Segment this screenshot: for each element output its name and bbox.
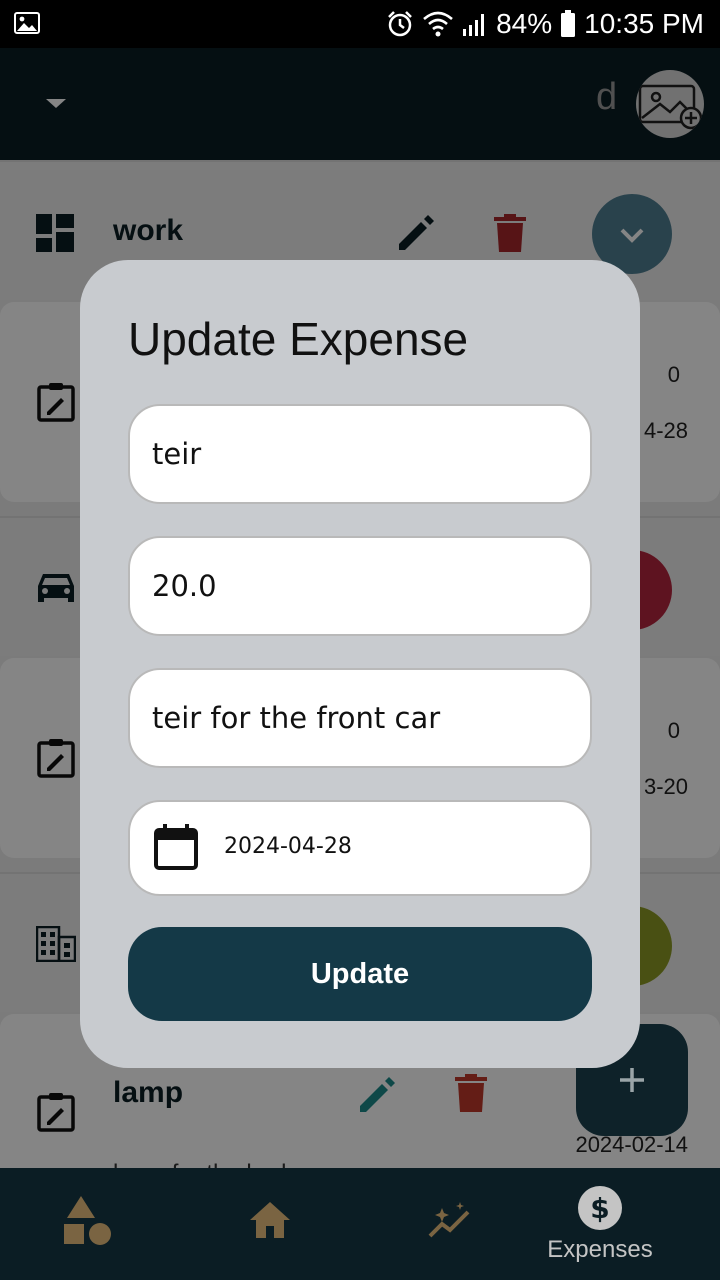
insights-icon — [428, 1202, 470, 1238]
gallery-notification-icon — [14, 12, 40, 34]
expense-name-input[interactable] — [152, 424, 572, 484]
nav-item-home[interactable] — [180, 1168, 360, 1280]
expense-name-field[interactable] — [128, 404, 592, 504]
dollar-icon: $ — [578, 1186, 622, 1230]
expense-amount-field[interactable] — [128, 536, 592, 636]
alarm-icon — [388, 11, 412, 37]
calendar-icon — [154, 824, 198, 870]
dialog-title: Update Expense — [128, 313, 469, 365]
clock: 10:35 PM — [584, 8, 704, 39]
signal-icon — [463, 14, 485, 36]
wifi-icon — [423, 11, 453, 37]
expense-date-value: 2024-04-28 — [224, 834, 352, 859]
update-button[interactable]: Update — [128, 927, 592, 1021]
expense-description-input[interactable] — [152, 688, 572, 748]
update-expense-dialog: Update Expense 2024-04-28 Update — [80, 260, 640, 1068]
battery-percent: 84% — [496, 8, 553, 39]
svg-text:$: $ — [590, 1192, 609, 1225]
nav-item-categories[interactable] — [0, 1168, 180, 1280]
shapes-icon — [64, 1196, 111, 1245]
battery-icon — [561, 10, 576, 37]
plus-icon — [620, 1068, 644, 1092]
home-icon — [250, 1202, 290, 1238]
status-right: 84% 10:35 PM — [386, 6, 704, 42]
nav-item-expenses[interactable]: $ Expenses — [510, 1168, 690, 1280]
bottom-navigation: $ Expenses — [0, 1168, 720, 1280]
nav-item-label: Expenses — [547, 1236, 653, 1263]
expense-description-field[interactable] — [128, 668, 592, 768]
status-bar: 84% 10:35 PM — [0, 0, 720, 48]
expense-date-field[interactable]: 2024-04-28 — [128, 800, 592, 896]
expense-amount-input[interactable] — [152, 556, 572, 616]
